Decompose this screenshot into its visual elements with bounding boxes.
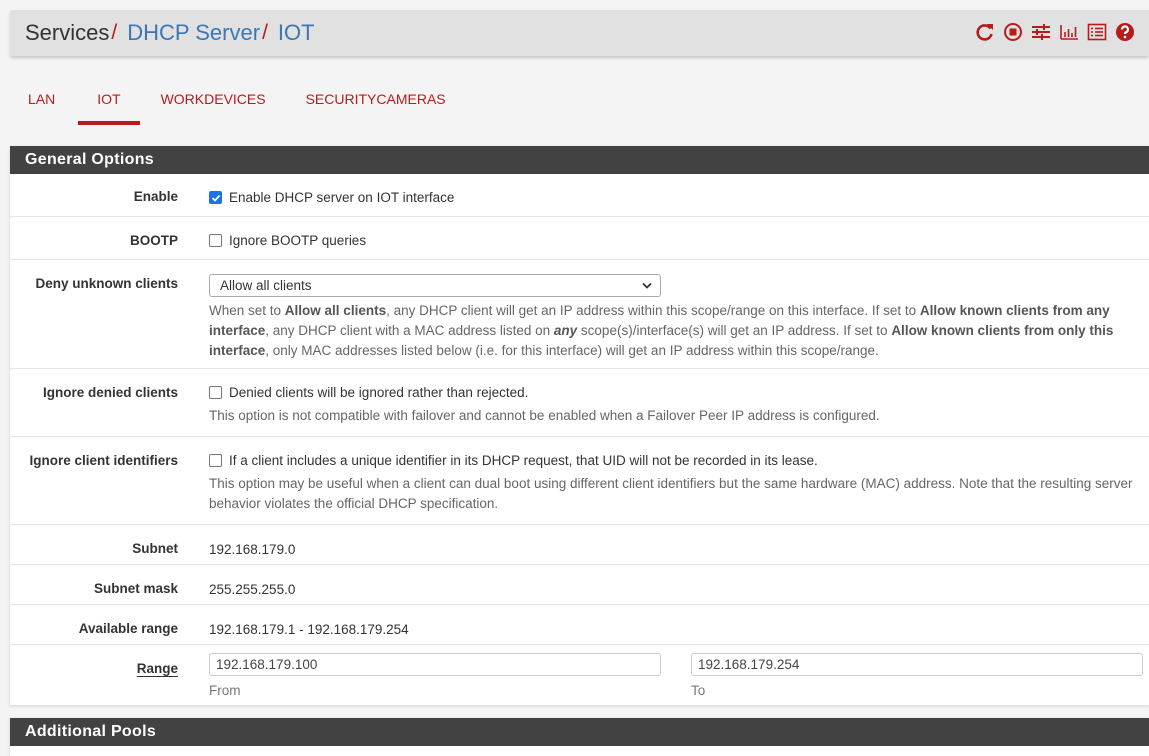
range-label-wrap: Range xyxy=(10,645,178,705)
ignore-uid-checkbox-wrap[interactable]: If a client includes a unique identifier… xyxy=(209,453,1141,468)
available-range-label: Available range xyxy=(78,621,178,636)
help-icon[interactable] xyxy=(1115,22,1135,42)
range-to-input[interactable] xyxy=(691,653,1143,676)
ignore-denied-row: Ignore denied clients Denied clients wil… xyxy=(10,369,1149,437)
subnet-value: 192.168.179.0 xyxy=(209,542,296,557)
ignore-denied-text: Denied clients will be ignored rather th… xyxy=(229,385,529,400)
range-from-sublabel: From xyxy=(209,683,241,698)
chevron-down-icon xyxy=(642,282,652,289)
range-to-sublabel: To xyxy=(691,683,706,698)
ignore-uid-help: This option may be useful when a client … xyxy=(209,476,1133,511)
subnet-mask-row: Subnet mask 255.255.255.0 xyxy=(10,565,1149,605)
panel-heading-pools: Additional Pools xyxy=(10,718,1149,746)
available-range-value: 192.168.179.1 - 192.168.179.254 xyxy=(209,622,409,637)
enable-text: Enable DHCP server on IOT interface xyxy=(229,190,455,205)
stop-icon[interactable] xyxy=(1003,22,1023,42)
breadcrumb-services: Services xyxy=(25,20,110,45)
ignore-denied-checkbox-wrap[interactable]: Denied clients will be ignored rather th… xyxy=(209,385,1141,400)
page-header: Services / DHCP Server / IOT xyxy=(10,10,1149,56)
ignore-denied-label: Ignore denied clients xyxy=(42,385,178,400)
deny-unknown-row: Deny unknown clients Allow all clients W… xyxy=(10,260,1149,369)
ignore-denied-help: This option is not compatible with failo… xyxy=(209,408,880,423)
enable-checkbox[interactable] xyxy=(209,191,222,204)
enable-label: Enable xyxy=(133,189,178,204)
tab-workdevices[interactable]: WORKDEVICES xyxy=(161,72,266,125)
log-list-icon[interactable] xyxy=(1087,22,1107,42)
breadcrumb: Services / DHCP Server / IOT xyxy=(25,20,315,46)
ignore-uid-text: If a client includes a unique identifier… xyxy=(229,453,818,468)
bootp-text: Ignore BOOTP queries xyxy=(229,233,367,248)
subnet-mask-value: 255.255.255.0 xyxy=(209,582,296,597)
chart-icon[interactable] xyxy=(1059,22,1079,42)
header-toolbar xyxy=(975,22,1135,42)
additional-pools-panel: Additional Pools xyxy=(10,718,1149,756)
range-row: Range From To xyxy=(10,645,1149,705)
subnet-row: Subnet 192.168.179.0 xyxy=(10,525,1149,565)
available-range-row: Available range 192.168.179.1 - 192.168.… xyxy=(10,605,1149,645)
enable-checkbox-wrap[interactable]: Enable DHCP server on IOT interface xyxy=(209,190,1141,205)
breadcrumb-separator: / xyxy=(111,21,118,44)
deny-unknown-selected: Allow all clients xyxy=(220,278,312,293)
breadcrumb-iot[interactable]: IOT xyxy=(278,20,315,46)
subnet-mask-label: Subnet mask xyxy=(93,581,178,596)
interface-tabs: LAN IOT WORKDEVICES SECURITYCAMERAS xyxy=(10,72,446,125)
ignore-denied-checkbox[interactable] xyxy=(209,386,222,399)
bootp-label: BOOTP xyxy=(129,233,178,248)
bootp-checkbox[interactable] xyxy=(209,234,222,247)
ignore-uid-label: Ignore client identifiers xyxy=(29,453,178,468)
subnet-label: Subnet xyxy=(132,541,178,556)
ignore-uid-row: Ignore client identifiers If a client in… xyxy=(10,437,1149,525)
deny-unknown-select[interactable]: Allow all clients xyxy=(209,274,661,297)
panel-heading-general: General Options xyxy=(10,146,1149,174)
enable-row: Enable Enable DHCP server on IOT interfa… xyxy=(10,174,1149,217)
sliders-icon[interactable] xyxy=(1031,22,1051,42)
range-label[interactable]: Range xyxy=(137,661,178,676)
bootp-checkbox-wrap[interactable]: Ignore BOOTP queries xyxy=(209,233,1141,248)
tab-securitycameras[interactable]: SECURITYCAMERAS xyxy=(306,72,446,125)
breadcrumb-dhcp-server[interactable]: DHCP Server xyxy=(127,20,260,46)
bootp-row: BOOTP Ignore BOOTP queries xyxy=(10,217,1149,260)
general-options-panel: General Options Enable Enable DHCP serve… xyxy=(10,146,1149,705)
tab-lan[interactable]: LAN xyxy=(28,72,55,125)
range-from-input[interactable] xyxy=(209,653,661,676)
breadcrumb-separator: / xyxy=(262,21,268,44)
deny-unknown-label: Deny unknown clients xyxy=(35,276,178,291)
tab-iot[interactable]: IOT xyxy=(77,72,141,125)
check-icon xyxy=(211,194,220,202)
ignore-uid-checkbox[interactable] xyxy=(209,454,222,467)
reload-icon[interactable] xyxy=(975,22,995,42)
deny-unknown-help: When set to Allow all clients, any DHCP … xyxy=(209,303,1114,358)
